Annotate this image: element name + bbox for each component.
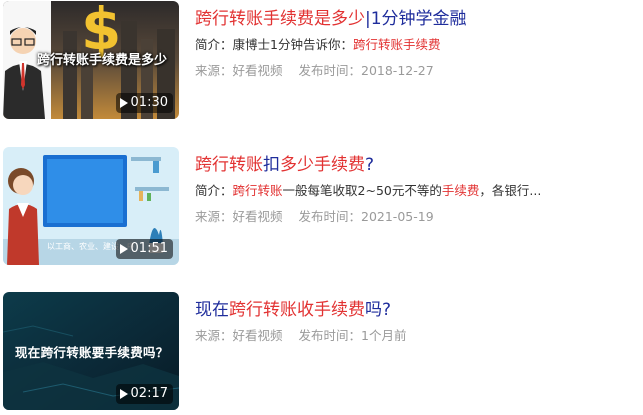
desc-part: 手续费 (441, 183, 480, 198)
play-icon (119, 244, 128, 254)
play-icon (119, 98, 128, 108)
video-duration-badge: 02:17 (115, 384, 173, 404)
title-part: 跨行转账 (195, 155, 263, 175)
thumbnail-caption: 跨行转账手续费是多少 (37, 53, 168, 68)
title-part: 现在 (195, 300, 229, 320)
video-info: 跨行转账扣多少手续费? 简介：跨行转账一般每笔收取2~50元不等的手续费，各银行… (195, 147, 635, 226)
video-info: 跨行转账手续费是多少|1分钟学金融 简介：康博士1分钟告诉你：跨行转账手续费 来… (195, 1, 635, 80)
thumbnail-caption: 现在跨行转账要手续费吗？ (15, 345, 169, 360)
duration-text: 01:30 (130, 95, 168, 110)
video-thumbnail[interactable]: 以工商、农业、建设、中 01:51 (3, 147, 179, 265)
video-publish-time: 发布时间：2018-12-27 (298, 63, 434, 78)
title-part: 跨行转账手续费是多少 (195, 9, 365, 29)
video-description: 简介：跨行转账一般每笔收取2~50元不等的手续费，各银行... (195, 182, 635, 200)
video-source: 来源：好看视频 (195, 63, 283, 78)
video-source: 来源：好看视频 (195, 328, 283, 343)
title-part: 吗? (365, 300, 392, 320)
desc-part: 一般每笔收取2~50元不等的 (282, 183, 442, 198)
video-meta: 来源：好看视频 发布时间：2018-12-27 (195, 62, 635, 80)
title-part: |1分钟学金融 (365, 9, 467, 29)
video-result-item: $ 跨行转账手续费是多少 01:30 跨行转账手续费是多少|1分钟学金融 简介：… (3, 1, 639, 119)
video-title-link[interactable]: 跨行转账手续费是多少|1分钟学金融 (195, 8, 635, 30)
video-publish-time: 发布时间：2021-05-19 (298, 209, 434, 224)
video-info: 现在跨行转账收手续费吗? 来源：好看视频 发布时间：1个月前 (195, 292, 635, 345)
video-source: 来源：好看视频 (195, 209, 283, 224)
video-thumbnail[interactable]: $ 跨行转账手续费是多少 01:30 (3, 1, 179, 119)
video-title-link[interactable]: 现在跨行转账收手续费吗? (195, 299, 635, 321)
desc-part: 简介：康博士1分钟告诉你： (195, 37, 353, 52)
desc-part: ，各银行... (479, 183, 542, 198)
desc-part: 跨行转账 (232, 183, 283, 198)
play-icon (119, 389, 128, 399)
desc-part: 简介： (195, 183, 233, 198)
duration-text: 02:17 (130, 386, 168, 401)
title-part: 跨行转账收手续费 (229, 300, 365, 320)
video-thumbnail[interactable]: 现在跨行转账要手续费吗？ 02:17 (3, 292, 179, 410)
video-description: 简介：康博士1分钟告诉你：跨行转账手续费 (195, 36, 635, 54)
duration-text: 01:51 (130, 241, 168, 256)
video-duration-badge: 01:51 (115, 239, 173, 259)
video-result-item: 现在跨行转账要手续费吗？ 02:17 现在跨行转账收手续费吗? 来源：好看视频 … (3, 292, 639, 410)
video-results-list: $ 跨行转账手续费是多少 01:30 跨行转账手续费是多少|1分钟学金融 简介：… (0, 0, 643, 415)
desc-part: 跨行转账手续费 (352, 37, 441, 52)
title-part: 扣 (263, 155, 280, 175)
video-meta: 来源：好看视频 发布时间：2021-05-19 (195, 208, 635, 226)
title-part: 多少手续费 (280, 155, 365, 175)
video-title-link[interactable]: 跨行转账扣多少手续费? (195, 154, 635, 176)
video-meta: 来源：好看视频 发布时间：1个月前 (195, 327, 635, 345)
video-duration-badge: 01:30 (115, 93, 173, 113)
video-result-item: 以工商、农业、建设、中 01:51 跨行转账扣多少手续费? 简介：跨行转账一般每… (3, 147, 639, 265)
title-part: ? (365, 155, 375, 175)
video-publish-time: 发布时间：1个月前 (298, 328, 407, 343)
